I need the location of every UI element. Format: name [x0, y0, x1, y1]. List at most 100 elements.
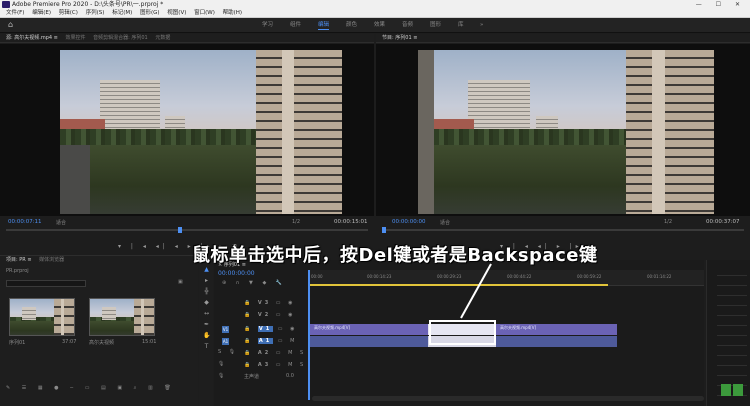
track-header-v1[interactable]: 🔒 V1 ▭ ◉ — [218, 324, 308, 335]
project-path: PR.prproj — [6, 268, 29, 274]
timeline-settings-icons[interactable]: ⊕ ∩ ▼ ◆ 🔧 — [222, 280, 286, 286]
workspace-more[interactable]: » — [480, 21, 483, 29]
audio-clip-left[interactable] — [310, 336, 428, 347]
project-item-thumbnail[interactable] — [9, 298, 75, 336]
source-video-frame — [60, 50, 342, 214]
source-monitor[interactable] — [0, 44, 374, 216]
track-label: V1 — [257, 326, 274, 332]
program-fit-dropdown[interactable]: 适合 — [440, 219, 450, 226]
menu-graphics[interactable]: 图形(G) — [140, 9, 160, 18]
clip-name: 高尔夫视频.mp4[V] — [500, 325, 537, 330]
workspace-learn[interactable]: 学习 — [262, 21, 273, 29]
ruler-label: 00:00:44:22 — [507, 274, 532, 279]
video-clip-left[interactable]: 高尔夫视频.mp4[V] — [310, 324, 428, 335]
track-header-a1[interactable]: 🔒 A1 ▭ M S 🎙 — [218, 336, 308, 355]
workspace-libraries[interactable]: 库 — [458, 21, 464, 29]
tab-program[interactable]: 节目: 序列01 ≡ — [382, 35, 417, 41]
audio-clip-right[interactable] — [496, 336, 617, 347]
window-controls[interactable]: — ☐ ✕ — [696, 0, 746, 9]
tab-media-browser[interactable]: 媒体浏览器 — [39, 257, 64, 263]
program-playhead[interactable] — [382, 227, 386, 233]
hand-tool-icon[interactable]: ✋ — [203, 332, 210, 339]
track-header-v3[interactable]: 🔒 V3 ▭ ◉ — [218, 298, 308, 309]
track-header-v2[interactable]: 🔒 V2 ▭ ◉ — [218, 310, 308, 321]
selection-highlight-box — [429, 320, 496, 345]
program-timecode-current[interactable]: 00:00:00:00 — [392, 219, 426, 225]
workspace-graphics[interactable]: 图形 — [430, 21, 441, 29]
workspace-effects[interactable]: 效果 — [374, 21, 385, 29]
workspace-color[interactable]: 颜色 — [346, 21, 357, 29]
workspace-bar: ⌂ 学习 组件 编辑 颜色 效果 音频 图形 库 » — [0, 18, 750, 33]
menu-markers[interactable]: 标记(M) — [112, 9, 132, 18]
tab-audio-mixer[interactable]: 音频剪辑混合器: 序列01 — [93, 35, 148, 41]
window-title-bar: Adobe Premiere Pro 2020 - D:\头条号\PR\一.pr… — [0, 0, 750, 9]
workspace-assembly[interactable]: 组件 — [290, 21, 301, 29]
window-title: Adobe Premiere Pro 2020 - D:\头条号\PR\一.pr… — [12, 1, 164, 8]
track-header-a2[interactable]: 🔒 A2 ▭ M S 🎙 — [218, 348, 308, 367]
program-video-frame — [418, 50, 714, 214]
ripple-edit-tool-icon[interactable]: ╬ — [203, 288, 210, 295]
source-timecode-current[interactable]: 00:00:07:11 — [8, 219, 42, 225]
selection-tool-icon[interactable]: ▲ — [203, 266, 210, 273]
slip-tool-icon[interactable]: ↔ — [203, 310, 210, 317]
menu-view[interactable]: 视图(V) — [167, 9, 186, 18]
program-timecode-duration: 00:00:37:07 — [706, 219, 740, 225]
track-label: A2 — [257, 350, 272, 356]
video-clip-right[interactable]: 高尔夫视频.mp4[V] — [496, 324, 617, 335]
tab-effect-controls[interactable]: 效果控件 — [65, 35, 85, 41]
ruler-label: 00:00:59:22 — [577, 274, 602, 279]
track-header-a3[interactable]: 🔒 A3 ▭ M S 🎙 — [218, 360, 308, 379]
project-panel-tabs: 项目: PR ≡ 媒体浏览器 — [0, 256, 198, 265]
program-monitor[interactable] — [376, 44, 750, 216]
project-bottom-toolbar[interactable]: ✎ ☰ ▦ ● ─ ▭ ▤ ▣ ⌕ ▥ 🗑 — [6, 385, 176, 391]
audio-meters — [706, 260, 750, 406]
premiere-app-icon — [2, 1, 10, 8]
tab-metadata[interactable]: 元数据 — [155, 35, 170, 41]
clip-name: 高尔夫视频.mp4[V] — [314, 325, 351, 330]
menu-bar: 文件(F) 编辑(E) 剪辑(C) 序列(S) 标记(M) 图形(G) 视图(V… — [0, 9, 750, 18]
workspace-editing[interactable]: 编辑 — [318, 21, 330, 30]
program-resolution-dropdown[interactable]: 1/2 — [664, 219, 672, 225]
tab-project[interactable]: 项目: PR ≡ — [6, 257, 32, 263]
menu-window[interactable]: 窗口(W) — [194, 9, 215, 18]
pen-tool-icon[interactable]: ✒ — [203, 321, 210, 328]
timeline-timecode[interactable]: 00:00:00:00 — [218, 270, 255, 277]
callout-arrow — [460, 263, 492, 319]
menu-clip[interactable]: 剪辑(C) — [59, 9, 78, 18]
track-label: A3 — [257, 362, 272, 368]
source-playhead[interactable] — [178, 227, 182, 233]
program-panel-tabs: 节目: 序列01 ≡ — [376, 34, 750, 43]
home-icon[interactable]: ⌂ — [8, 21, 16, 29]
project-item-thumbnail[interactable] — [89, 298, 155, 336]
menu-file[interactable]: 文件(F) — [6, 9, 24, 18]
source-fit-dropdown[interactable]: 适合 — [56, 219, 66, 226]
project-item-name: 高尔夫视频 — [89, 340, 115, 346]
tutorial-caption: 鼠标单击选中后，按Del键或者是Backspace键 — [192, 245, 598, 266]
master-track-volume[interactable]: 0.0 — [286, 373, 294, 379]
ruler-label: 00:01:14:22 — [647, 274, 672, 279]
type-tool-icon[interactable]: T — [203, 343, 210, 350]
source-scrub-bar[interactable] — [6, 229, 368, 231]
source-panel-tabs: 源: 高尔夫视频.mp4 ≡ 效果控件 音频剪辑混合器: 序列01 元数据 — [0, 34, 374, 43]
program-scrub-bar[interactable] — [382, 229, 744, 231]
project-item-duration: 15:01 — [142, 339, 157, 345]
razor-tool-icon[interactable]: ◆ — [203, 299, 210, 306]
ruler-label: 00:00:14:23 — [367, 274, 392, 279]
menu-sequence[interactable]: 序列(S) — [86, 9, 105, 18]
track-label: V3 — [257, 300, 272, 306]
track-label: V2 — [257, 312, 272, 318]
new-bin-icon[interactable]: ▣ — [178, 279, 183, 285]
timeline-playhead[interactable] — [308, 270, 310, 400]
source-resolution-dropdown[interactable]: 1/2 — [292, 219, 300, 225]
track-select-tool-icon[interactable]: ▸ — [203, 277, 210, 284]
track-label: A1 — [257, 338, 274, 344]
tab-source[interactable]: 源: 高尔夫视频.mp4 ≡ — [6, 35, 58, 41]
source-timecode-duration: 00:00:15:01 — [334, 219, 368, 225]
menu-help[interactable]: 帮助(H) — [223, 9, 242, 18]
timeline-horizontal-scrollbar[interactable] — [312, 396, 704, 401]
project-item-duration: 37:07 — [62, 339, 77, 345]
workspace-audio[interactable]: 音频 — [402, 21, 413, 29]
project-search-input[interactable] — [6, 280, 86, 287]
project-item-name: 序列01 — [9, 340, 26, 346]
menu-edit[interactable]: 编辑(E) — [32, 9, 51, 18]
